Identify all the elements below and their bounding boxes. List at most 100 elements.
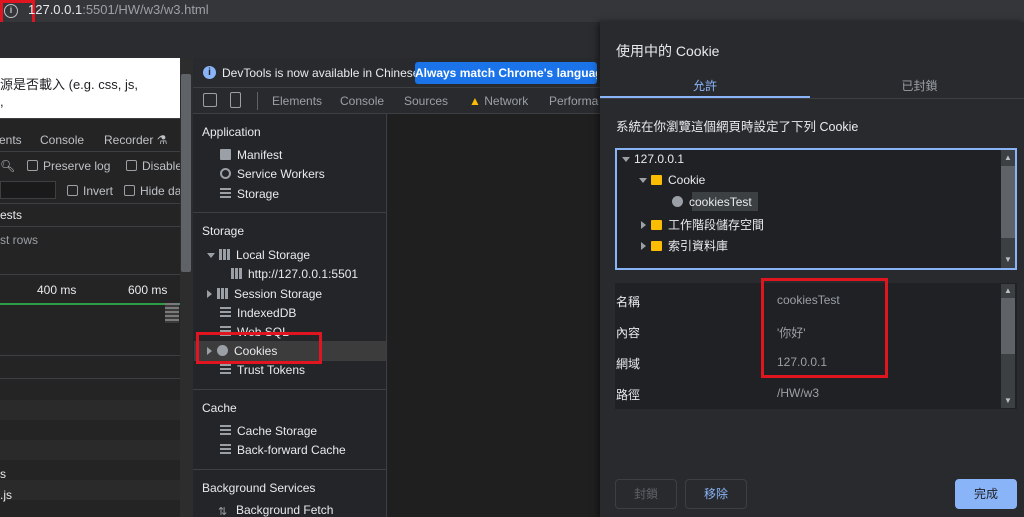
sidebar-item-indexeddb[interactable]: IndexedDB — [220, 306, 296, 320]
expand-down-icon — [639, 178, 647, 183]
divider — [0, 274, 180, 275]
sidebar-item-local-storage-origin[interactable]: http://127.0.0.1:5501 — [231, 267, 358, 281]
rows-label: st rows — [0, 233, 39, 247]
database-icon — [220, 444, 231, 455]
table-row[interactable] — [0, 440, 180, 460]
scroll-up-icon[interactable]: ▲ — [1001, 286, 1015, 295]
request-file-s[interactable]: s — [0, 467, 6, 481]
tree-item-root[interactable]: 127.0.0.1 — [622, 152, 684, 166]
scroll-up-icon[interactable]: ▲ — [1001, 153, 1015, 162]
table-row[interactable] — [0, 480, 180, 500]
tab-console[interactable]: Console — [340, 94, 384, 108]
tab-blocked[interactable]: 已封鎖 — [815, 77, 1024, 94]
divider — [193, 212, 387, 213]
sidebar-item-background-fetch[interactable]: ⇅ Background Fetch — [218, 503, 333, 517]
sidebar-item-storage[interactable]: Storage — [220, 187, 279, 201]
flask-icon: ⚗ — [156, 133, 168, 147]
sidebar-item-label: Cache Storage — [237, 424, 318, 438]
tab-network-label: Network — [484, 94, 529, 108]
scrollbar-thumb[interactable] — [181, 74, 191, 272]
hide-data-checkbox[interactable]: Hide da — [124, 184, 181, 198]
expand-down-icon — [207, 253, 215, 258]
database-icon — [220, 364, 231, 375]
cookie-icon — [672, 196, 683, 207]
banner-text: DevTools is now available in Chinese! — [222, 66, 423, 80]
divider — [193, 469, 387, 470]
tree-item-indexed-db[interactable]: 索引資料庫 — [641, 237, 728, 254]
filter-input[interactable] — [0, 181, 56, 199]
sidebar-item-cache-storage[interactable]: Cache Storage — [220, 424, 317, 438]
tree-item-session-storage[interactable]: 工作階段儲存空間 — [641, 216, 764, 233]
sidebar-item-trust-tokens[interactable]: Trust Tokens — [220, 363, 305, 377]
timeline-tick-400: 400 ms — [37, 283, 77, 297]
folder-icon — [651, 241, 662, 251]
tree-item-label: 工作階段儲存空間 — [668, 218, 765, 232]
inspect-icon[interactable] — [203, 93, 217, 107]
disable-cache-checkbox[interactable]: Disable — [126, 159, 182, 173]
invert-label: Invert — [83, 184, 114, 198]
expand-right-icon — [207, 290, 212, 298]
hide-data-label: Hide da — [140, 184, 182, 198]
sidebar-item-label: Local Storage — [236, 248, 311, 262]
block-button[interactable]: 封鎖 — [615, 479, 677, 509]
sidebar-item-label: Manifest — [237, 148, 283, 162]
match-language-button[interactable]: Always match Chrome's language — [415, 62, 597, 84]
tab-performance[interactable]: Performan — [549, 94, 599, 108]
scroll-down-icon[interactable]: ▼ — [1001, 255, 1015, 264]
warning-icon: ▲ — [469, 94, 481, 108]
dialog-title: 使用中的 Cookie — [616, 43, 720, 59]
tree-item-label: cookiesTest — [689, 195, 752, 209]
info-icon: i — [203, 66, 216, 79]
tree-scrollbar-thumb[interactable] — [1001, 166, 1015, 238]
tree-item-cookie-folder[interactable]: Cookie — [639, 173, 705, 187]
timeline-marker — [165, 303, 179, 323]
section-cache-title: Cache — [202, 401, 237, 415]
sidebar-item-local-storage[interactable]: Local Storage — [207, 248, 310, 262]
divider — [0, 203, 180, 204]
done-button[interactable]: 完成 — [955, 479, 1017, 509]
search-icon[interactable]: 🔍︎ — [0, 159, 15, 173]
sidebar-item-label: Session Storage — [234, 287, 323, 301]
tab-network[interactable]: ▲ Network — [469, 94, 528, 108]
table-row[interactable] — [0, 400, 180, 420]
inner-tab-elements[interactable]: ents — [0, 133, 22, 147]
inner-tab-recorder[interactable]: Recorder ⚗ — [104, 133, 167, 147]
preserve-log-checkbox[interactable]: Preserve log — [27, 159, 110, 173]
sidebar-item-back-forward-cache[interactable]: Back-forward Cache — [220, 443, 346, 457]
divider — [0, 118, 180, 119]
sidebar-item-label: Background Fetch — [236, 503, 334, 517]
detail-label-domain: 網域 — [616, 357, 641, 371]
invert-checkbox[interactable]: Invert — [67, 184, 113, 198]
request-file-js[interactable]: .js — [0, 488, 12, 502]
devtools-tabbar — [193, 88, 600, 114]
screen: i 127.0.0.1:5501/HW/w3/w3.html 源是否載入 (e.… — [0, 0, 1024, 517]
details-scrollbar-thumb[interactable] — [1001, 298, 1015, 354]
sidebar-item-session-storage[interactable]: Session Storage — [207, 287, 322, 301]
tab-elements[interactable]: Elements — [272, 94, 322, 108]
section-storage-title: Storage — [202, 224, 245, 238]
grid-icon — [231, 268, 242, 279]
requests-label: ests — [0, 208, 23, 222]
url-text[interactable]: 127.0.0.1:5501/HW/w3/w3.html — [28, 2, 209, 17]
device-toolbar-icon[interactable] — [230, 92, 241, 108]
remove-button[interactable]: 移除 — [685, 479, 747, 509]
tab-allowed[interactable]: 允許 — [600, 77, 810, 94]
preserve-log-label: Preserve log — [43, 159, 111, 173]
detail-label-content: 內容 — [616, 326, 641, 340]
application-content — [388, 114, 600, 517]
inner-tab-console[interactable]: Console — [40, 133, 84, 147]
tree-item-cookie[interactable]: cookiesTest — [672, 195, 752, 209]
url-host: 127.0.0.1 — [28, 2, 83, 17]
tab-sources[interactable]: Sources — [404, 94, 448, 108]
document-icon — [220, 149, 231, 160]
scroll-down-icon[interactable]: ▼ — [1001, 396, 1015, 405]
inner-tab-recorder-label: Recorder — [104, 133, 154, 147]
divider — [0, 378, 180, 379]
page-text-line2: , — [0, 94, 4, 109]
sidebar-item-service-workers[interactable]: Service Workers — [220, 167, 325, 181]
expand-right-icon — [641, 221, 646, 229]
database-icon — [220, 188, 231, 199]
divider — [0, 151, 180, 152]
sidebar-item-manifest[interactable]: Manifest — [220, 148, 282, 162]
database-icon — [220, 307, 231, 318]
